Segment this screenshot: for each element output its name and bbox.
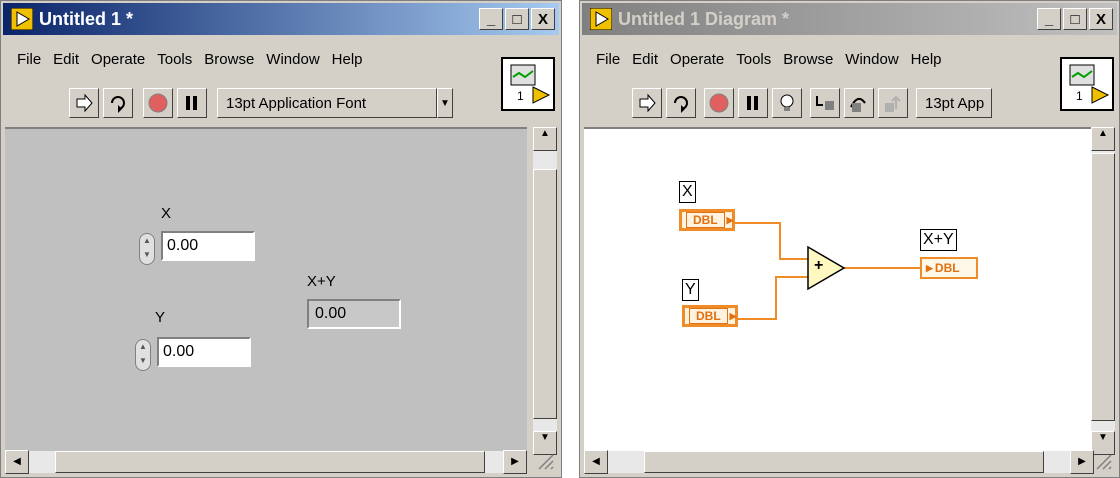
pause-icon[interactable]: [738, 88, 768, 118]
scroll-right-icon[interactable]: ▶: [1070, 450, 1094, 474]
scroll-up-icon[interactable]: ▲: [533, 127, 557, 151]
font-selector-value: 13pt Application Font: [226, 94, 367, 112]
vi-icon-number: 1: [1076, 89, 1083, 103]
pause-icon[interactable]: [177, 88, 207, 118]
menu-operate[interactable]: Operate: [664, 49, 730, 73]
horizontal-scroll-thumb[interactable]: [55, 451, 485, 473]
y-increment-icon[interactable]: ▲ ▼: [135, 339, 151, 371]
y-control-label: Y: [155, 309, 166, 326]
block-diagram-canvas[interactable]: + X DBL ▶ Y DBL ▶ X+Y ▶ DBL: [584, 127, 1104, 455]
front-panel-canvas[interactable]: X ▲ ▼ 0.00 Y ▲ ▼ 0.00 X+Y 0.00: [5, 127, 527, 455]
minimize-button[interactable]: _: [1037, 8, 1061, 30]
minimize-button[interactable]: _: [479, 8, 503, 30]
sum-value: 0.00: [315, 305, 347, 322]
title-bar[interactable]: Untitled 1 * _ □ X: [3, 3, 559, 35]
run-arrow-icon[interactable]: [69, 88, 99, 118]
sum-terminal-label: X+Y: [920, 229, 957, 251]
menu-help[interactable]: Help: [326, 49, 369, 73]
block-diagram-window: Untitled 1 Diagram * _ □ X File Edit Ope…: [579, 0, 1120, 478]
scroll-right-icon[interactable]: ▶: [503, 450, 527, 474]
horizontal-scrollbar[interactable]: ◀ ▶: [584, 450, 1094, 474]
abort-icon[interactable]: [143, 88, 173, 118]
menu-tools[interactable]: Tools: [730, 49, 777, 73]
maximize-button[interactable]: □: [505, 8, 529, 30]
menu-edit[interactable]: Edit: [47, 49, 85, 73]
menu-bar: File Edit Operate Tools Browse Window He…: [590, 49, 1057, 73]
vi-icon-number: 1: [517, 89, 524, 103]
menu-bar: File Edit Operate Tools Browse Window He…: [11, 49, 499, 73]
highlight-execution-icon[interactable]: [772, 88, 802, 118]
vi-icon[interactable]: 1: [501, 57, 555, 111]
title-bar[interactable]: Untitled 1 Diagram * _ □ X: [582, 3, 1117, 35]
x-numeric-control[interactable]: 0.00: [161, 231, 255, 261]
maximize-button[interactable]: □: [1063, 8, 1087, 30]
step-over-icon[interactable]: [844, 88, 874, 118]
sum-terminal[interactable]: ▶ DBL: [920, 257, 978, 279]
add-symbol: +: [814, 257, 824, 274]
menu-browse[interactable]: Browse: [777, 49, 839, 73]
font-selector[interactable]: 13pt App: [916, 88, 992, 118]
front-panel-window: Untitled 1 * _ □ X File Edit Operate Too…: [0, 0, 562, 478]
labview-icon: [10, 7, 34, 31]
y-terminal-type: DBL: [689, 308, 728, 324]
sum-indicator-label: X+Y: [307, 273, 336, 290]
step-into-icon[interactable]: [810, 88, 840, 118]
abort-icon[interactable]: [704, 88, 734, 118]
menu-browse[interactable]: Browse: [198, 49, 260, 73]
menu-file[interactable]: File: [11, 49, 47, 73]
y-value: 0.00: [163, 343, 195, 360]
y-terminal[interactable]: DBL ▶: [682, 305, 738, 327]
window-title: Untitled 1 *: [39, 8, 134, 29]
scroll-left-icon[interactable]: ◀: [584, 450, 608, 474]
vertical-scroll-thumb[interactable]: [533, 169, 557, 419]
vertical-scrollbar[interactable]: ▲ ▼: [1091, 127, 1115, 455]
vertical-scrollbar[interactable]: ▲ ▼: [533, 127, 557, 455]
sum-numeric-indicator: 0.00: [307, 299, 401, 329]
x-terminal[interactable]: DBL ▶: [679, 209, 735, 231]
menu-tools[interactable]: Tools: [151, 49, 198, 73]
menu-help[interactable]: Help: [905, 49, 948, 73]
resize-grip-icon[interactable]: [1093, 451, 1113, 471]
close-button[interactable]: X: [1089, 8, 1113, 30]
step-out-icon[interactable]: [878, 88, 908, 118]
font-selector-value: 13pt App: [925, 94, 985, 112]
menu-operate[interactable]: Operate: [85, 49, 151, 73]
vertical-scroll-thumb[interactable]: [1091, 153, 1115, 421]
vi-icon[interactable]: 1: [1060, 57, 1114, 111]
scroll-left-icon[interactable]: ◀: [5, 450, 29, 474]
font-dropdown-icon[interactable]: ▼: [437, 88, 453, 118]
run-arrow-icon[interactable]: [632, 88, 662, 118]
x-terminal-label: X: [679, 181, 696, 203]
wires: [734, 222, 920, 320]
labview-icon: [589, 7, 613, 31]
x-control-label: X: [161, 205, 172, 222]
menu-window[interactable]: Window: [260, 49, 325, 73]
x-value: 0.00: [167, 237, 199, 254]
run-continuously-icon[interactable]: [103, 88, 133, 118]
x-terminal-type: DBL: [686, 212, 725, 228]
menu-file[interactable]: File: [590, 49, 626, 73]
menu-window[interactable]: Window: [839, 49, 904, 73]
font-selector[interactable]: 13pt Application Font: [217, 88, 437, 118]
menu-edit[interactable]: Edit: [626, 49, 664, 73]
y-numeric-control[interactable]: 0.00: [157, 337, 251, 367]
horizontal-scroll-thumb[interactable]: [644, 451, 1044, 473]
horizontal-scrollbar[interactable]: ◀ ▶: [5, 450, 527, 474]
window-title: Untitled 1 Diagram *: [618, 8, 790, 29]
sum-terminal-type: DBL: [934, 261, 960, 275]
resize-grip-icon[interactable]: [535, 451, 555, 471]
x-increment-icon[interactable]: ▲ ▼: [139, 233, 155, 265]
run-continuously-icon[interactable]: [666, 88, 696, 118]
scroll-up-icon[interactable]: ▲: [1091, 127, 1115, 151]
close-button[interactable]: X: [531, 8, 555, 30]
y-terminal-label: Y: [682, 279, 699, 301]
